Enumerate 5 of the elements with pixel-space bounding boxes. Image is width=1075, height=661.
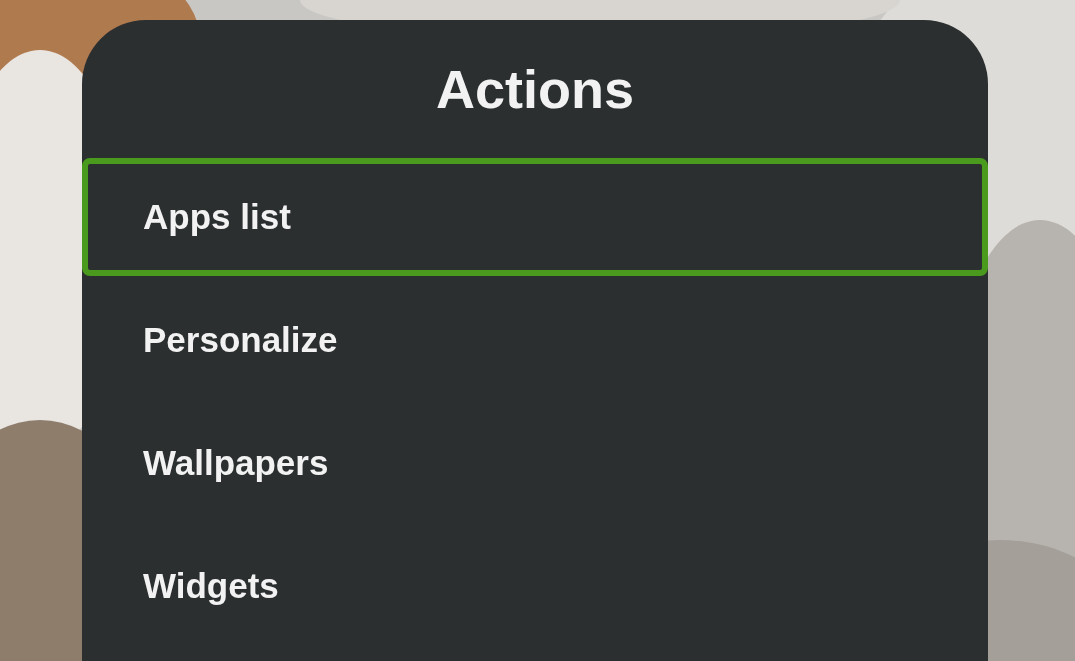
menu-item[interactable]: Personalize bbox=[82, 281, 988, 399]
menu-item[interactable]: Apps list bbox=[82, 158, 988, 276]
menu-item[interactable]: Widgets bbox=[82, 527, 988, 645]
menu-item[interactable]: Wallpapers bbox=[82, 404, 988, 522]
dialog-title: Actions bbox=[435, 58, 635, 121]
